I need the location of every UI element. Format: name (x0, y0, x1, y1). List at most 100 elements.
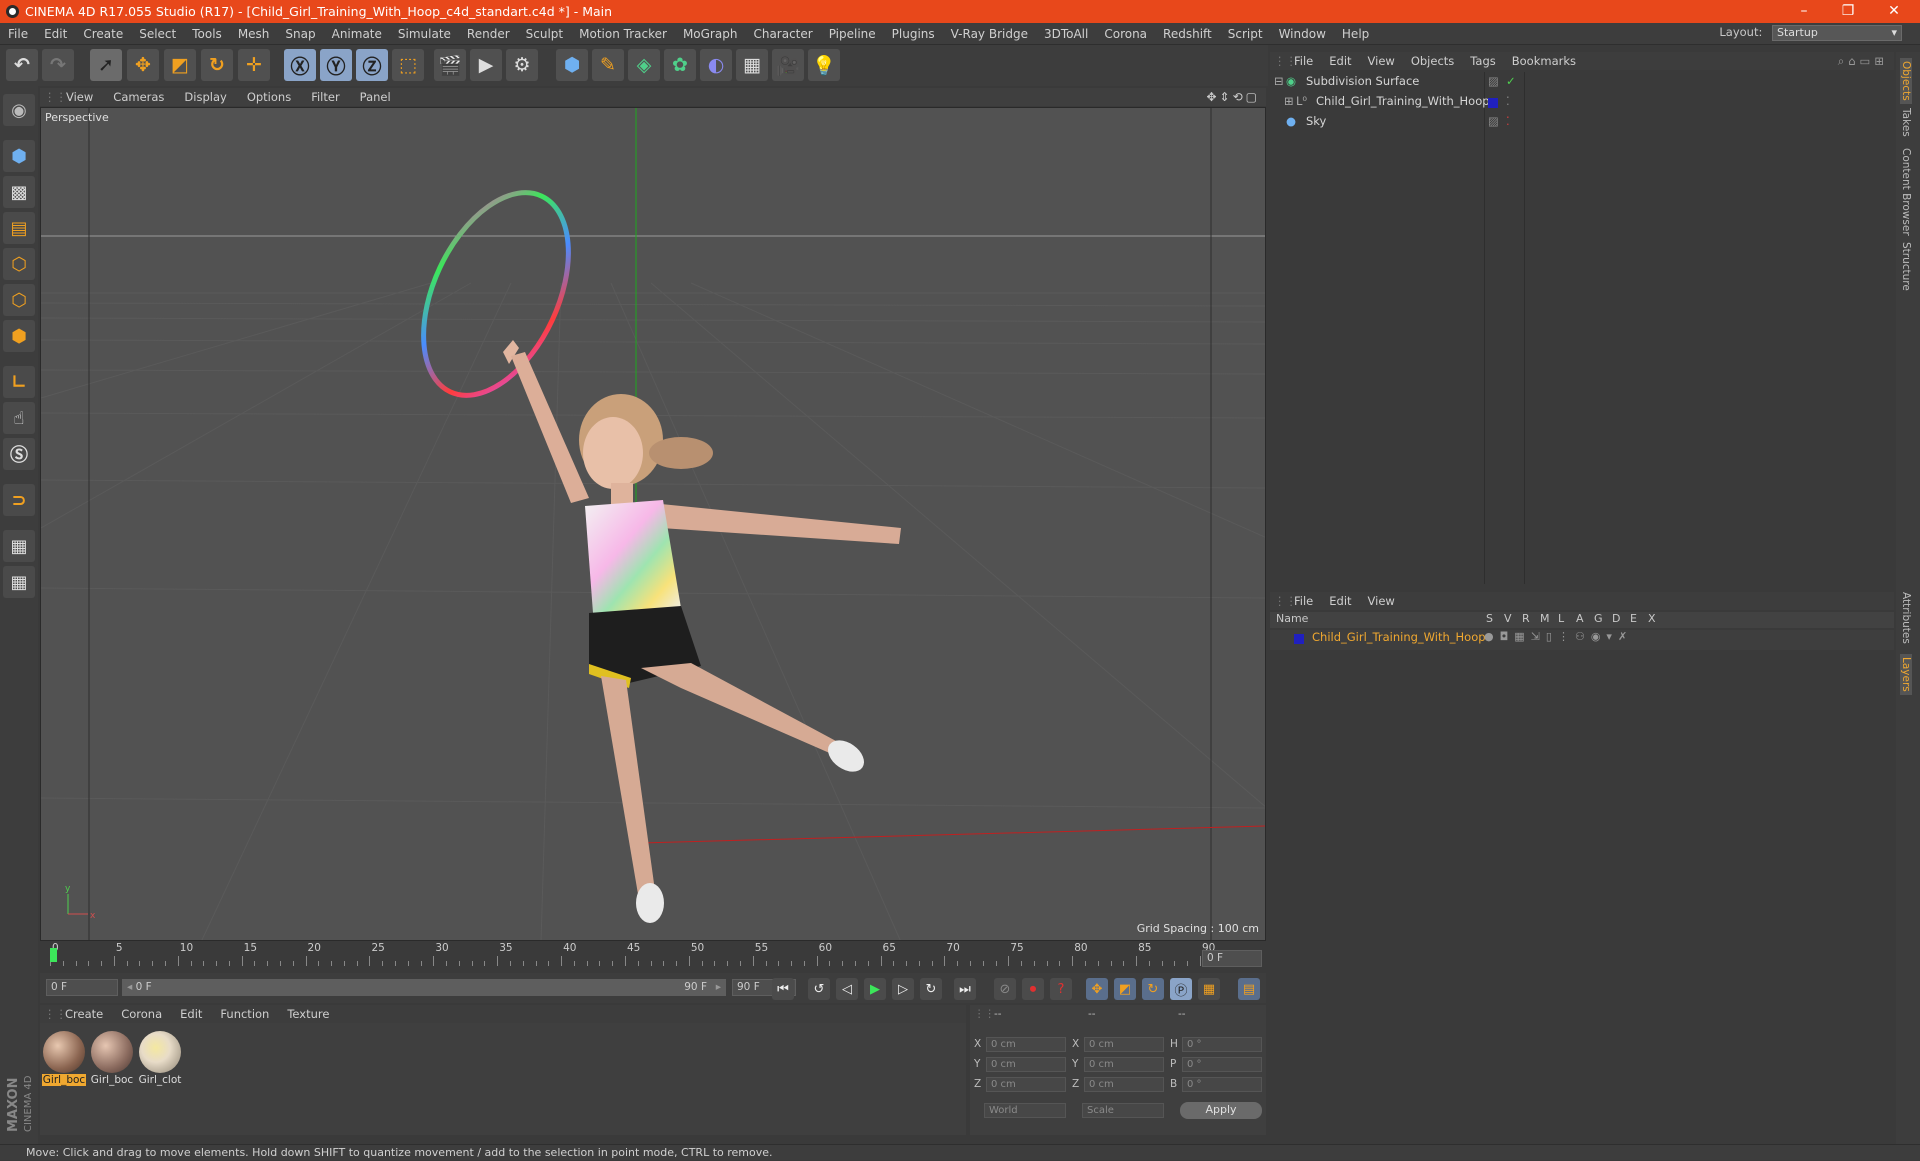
z-axis-icon[interactable]: Ⓩ (356, 49, 388, 81)
menu-sculpt[interactable]: Sculpt (518, 27, 571, 41)
playhead-marker[interactable] (50, 948, 57, 962)
magnet-icon[interactable]: ⊃ (3, 484, 35, 516)
menu-select[interactable]: Select (131, 27, 184, 41)
material-menu-create[interactable]: Create (56, 1007, 112, 1021)
floor-icon[interactable]: ▦ (736, 49, 768, 81)
material-menu-function[interactable]: Function (211, 1007, 278, 1021)
light-icon[interactable]: 💡 (808, 49, 840, 81)
viewport-menu-display[interactable]: Display (174, 90, 236, 104)
menu-motion-tracker[interactable]: Motion Tracker (571, 27, 675, 41)
material-item[interactable]: Girl_boc (90, 1031, 134, 1089)
layers-menu-file[interactable]: File (1286, 594, 1321, 608)
objects-menu-objects[interactable]: Objects (1403, 54, 1462, 68)
material-menu-texture[interactable]: Texture (278, 1007, 338, 1021)
next-key-icon[interactable]: ↻ (920, 978, 942, 1000)
menu-window[interactable]: Window (1271, 27, 1334, 41)
viewport-menu-filter[interactable]: Filter (301, 90, 349, 104)
render-picture-viewer-icon[interactable]: ▶ (470, 49, 502, 81)
menu-create[interactable]: Create (75, 27, 131, 41)
model-mode-icon[interactable]: ⬢ (3, 140, 35, 172)
key-parameter-icon[interactable]: Ⓟ (1170, 978, 1192, 1000)
tweak-mode-icon[interactable]: ☝ (3, 402, 35, 434)
menu-vray-bridge[interactable]: V-Ray Bridge (943, 27, 1036, 41)
menu-help[interactable]: Help (1334, 27, 1377, 41)
workplane-icon[interactable]: ▤ (3, 212, 35, 244)
x-axis-icon[interactable]: Ⓧ (284, 49, 316, 81)
mograph-cloner-icon[interactable]: ✿ (664, 49, 696, 81)
menu-file[interactable]: File (0, 27, 36, 41)
autokey-icon[interactable]: ⏺ (1022, 978, 1044, 1000)
menu-simulate[interactable]: Simulate (390, 27, 459, 41)
goto-end-icon[interactable]: ⏭ (954, 978, 976, 1000)
grid-lock-icon[interactable]: ▦ (3, 530, 35, 562)
menu-3dtoall[interactable]: 3DToAll (1036, 27, 1096, 41)
menu-render[interactable]: Render (459, 27, 518, 41)
objects-menu-tags[interactable]: Tags (1462, 54, 1503, 68)
start-frame-field[interactable]: 0 F (46, 979, 118, 996)
object-row[interactable]: ⊟ ◉ Subdivision Surface ▨ ✓ (1270, 74, 1894, 94)
cube-icon[interactable]: ⬢ (556, 49, 588, 81)
tab-takes[interactable]: Takes (1900, 108, 1912, 137)
layers-menu-view[interactable]: View (1360, 594, 1403, 608)
menu-animate[interactable]: Animate (324, 27, 390, 41)
key-scale-icon[interactable]: ◩ (1114, 978, 1136, 1000)
scale-tool-icon[interactable]: ◩ (164, 49, 196, 81)
objects-menu-view[interactable]: View (1360, 54, 1403, 68)
menu-tools[interactable]: Tools (184, 27, 230, 41)
points-mode-icon[interactable]: ⬡ (3, 248, 35, 280)
position-x-field[interactable]: 0 cm (986, 1037, 1066, 1052)
object-row[interactable]: ⊞ L⁰ Child_Girl_Training_With_Hoop ⁚ (1270, 94, 1894, 114)
layers-menu-edit[interactable]: Edit (1321, 594, 1359, 608)
undo-icon[interactable]: ↶ (6, 49, 38, 81)
layer-flag-icons[interactable]: ●◘▦⇲▯⋮⚇◉▾✗ (1484, 630, 1633, 643)
menu-character[interactable]: Character (745, 27, 820, 41)
redo-icon[interactable]: ↷ (42, 49, 74, 81)
layer-color-swatch[interactable] (1294, 634, 1304, 644)
material-menu-edit[interactable]: Edit (171, 1007, 211, 1021)
size-x-field[interactable]: 0 cm (1084, 1037, 1164, 1052)
position-y-field[interactable]: 0 cm (986, 1057, 1066, 1072)
subdivision-icon[interactable]: ◈ (628, 49, 660, 81)
tab-attributes[interactable]: Attributes (1900, 592, 1912, 644)
record-keys-icon[interactable]: ⊘ (994, 978, 1016, 1000)
timeline-ruler[interactable]: 051015202530354045505560657075808590 0 F (40, 942, 1266, 972)
coord-system-dropdown[interactable]: World (984, 1103, 1066, 1118)
select-tool-icon[interactable]: ➚ (90, 49, 122, 81)
objects-menu-bookmarks[interactable]: Bookmarks (1504, 54, 1584, 68)
coordinate-system-icon[interactable]: ⬚ (392, 49, 424, 81)
minimize-button[interactable]: – (1782, 0, 1826, 23)
visibility-dots-icon[interactable]: ⁚ (1506, 114, 1510, 128)
rotation-h-field[interactable]: 0 ° (1182, 1037, 1262, 1052)
render-settings-icon[interactable]: ⚙ (506, 49, 538, 81)
rotate-tool-icon[interactable]: ↻ (201, 49, 233, 81)
menu-mograph[interactable]: MoGraph (675, 27, 746, 41)
y-axis-icon[interactable]: Ⓨ (320, 49, 352, 81)
viewport-menu-panel[interactable]: Panel (350, 90, 401, 104)
collapse-icon[interactable]: ⊟ (1274, 74, 1284, 88)
play-icon[interactable]: ▶ (864, 978, 886, 1000)
timeline-window-icon[interactable]: ▤ (1238, 978, 1260, 1000)
restore-button[interactable]: ❐ (1826, 0, 1870, 23)
prev-frame-icon[interactable]: ◁ (836, 978, 858, 1000)
material-menu-corona[interactable]: Corona (112, 1007, 171, 1021)
menu-edit[interactable]: Edit (36, 27, 75, 41)
texture-mode-icon[interactable]: ▩ (3, 176, 35, 208)
layer-row[interactable]: Child_Girl_Training_With_Hoop ●◘▦⇲▯⋮⚇◉▾✗ (1270, 630, 1894, 650)
viewport-menu-view[interactable]: View (56, 90, 103, 104)
menu-script[interactable]: Script (1220, 27, 1271, 41)
prev-key-icon[interactable]: ↺ (808, 978, 830, 1000)
apply-button[interactable]: Apply (1180, 1102, 1262, 1119)
menu-pipeline[interactable]: Pipeline (821, 27, 884, 41)
tab-content-browser[interactable]: Content Browser (1900, 148, 1912, 236)
tab-layers[interactable]: Layers (1900, 654, 1912, 695)
deformer-icon[interactable]: ◐ (700, 49, 732, 81)
tab-structure[interactable]: Structure (1900, 242, 1912, 291)
object-manager-tools-icons[interactable]: ⌕⌂▭⊞ (1838, 54, 1888, 69)
coord-mode-dropdown[interactable]: Scale (1082, 1103, 1164, 1118)
menu-mesh[interactable]: Mesh (230, 27, 278, 41)
expand-icon[interactable]: ⊞ (1284, 94, 1294, 108)
make-editable-icon[interactable]: ◉ (3, 94, 35, 126)
menu-corona[interactable]: Corona (1096, 27, 1155, 41)
size-y-field[interactable]: 0 cm (1084, 1057, 1164, 1072)
next-frame-icon[interactable]: ▷ (892, 978, 914, 1000)
